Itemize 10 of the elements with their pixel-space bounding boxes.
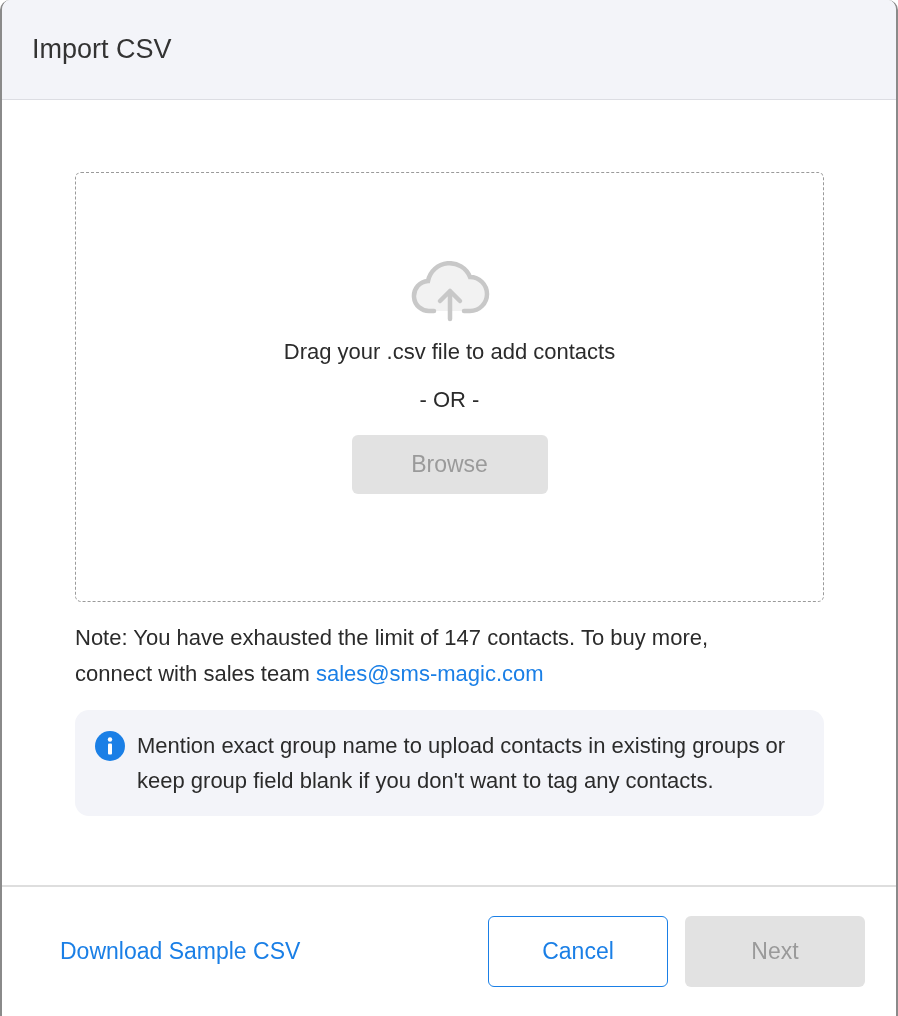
or-separator: - OR -: [419, 387, 480, 413]
cancel-button[interactable]: Cancel: [488, 916, 668, 987]
cloud-upload-icon: [409, 261, 490, 323]
info-icon: [95, 731, 125, 761]
dialog-title: Import CSV: [32, 34, 172, 65]
drop-prompt: Drag your .csv file to add contacts: [283, 339, 616, 365]
limit-note: Note: You have exhausted the limit of 147 contacts. To buy more, connect with sales team sales@sms-magic.com: [75, 624, 710, 688]
download-sample-link[interactable]: Download Sample CSV: [60, 938, 471, 965]
sales-email-link[interactable]: sales@sms-magic.com: [315, 661, 544, 686]
info-text: Mention exact group name to upload contacts in existing groups or keep group field blank if you don't want to tag any contacts.: [137, 732, 787, 795]
